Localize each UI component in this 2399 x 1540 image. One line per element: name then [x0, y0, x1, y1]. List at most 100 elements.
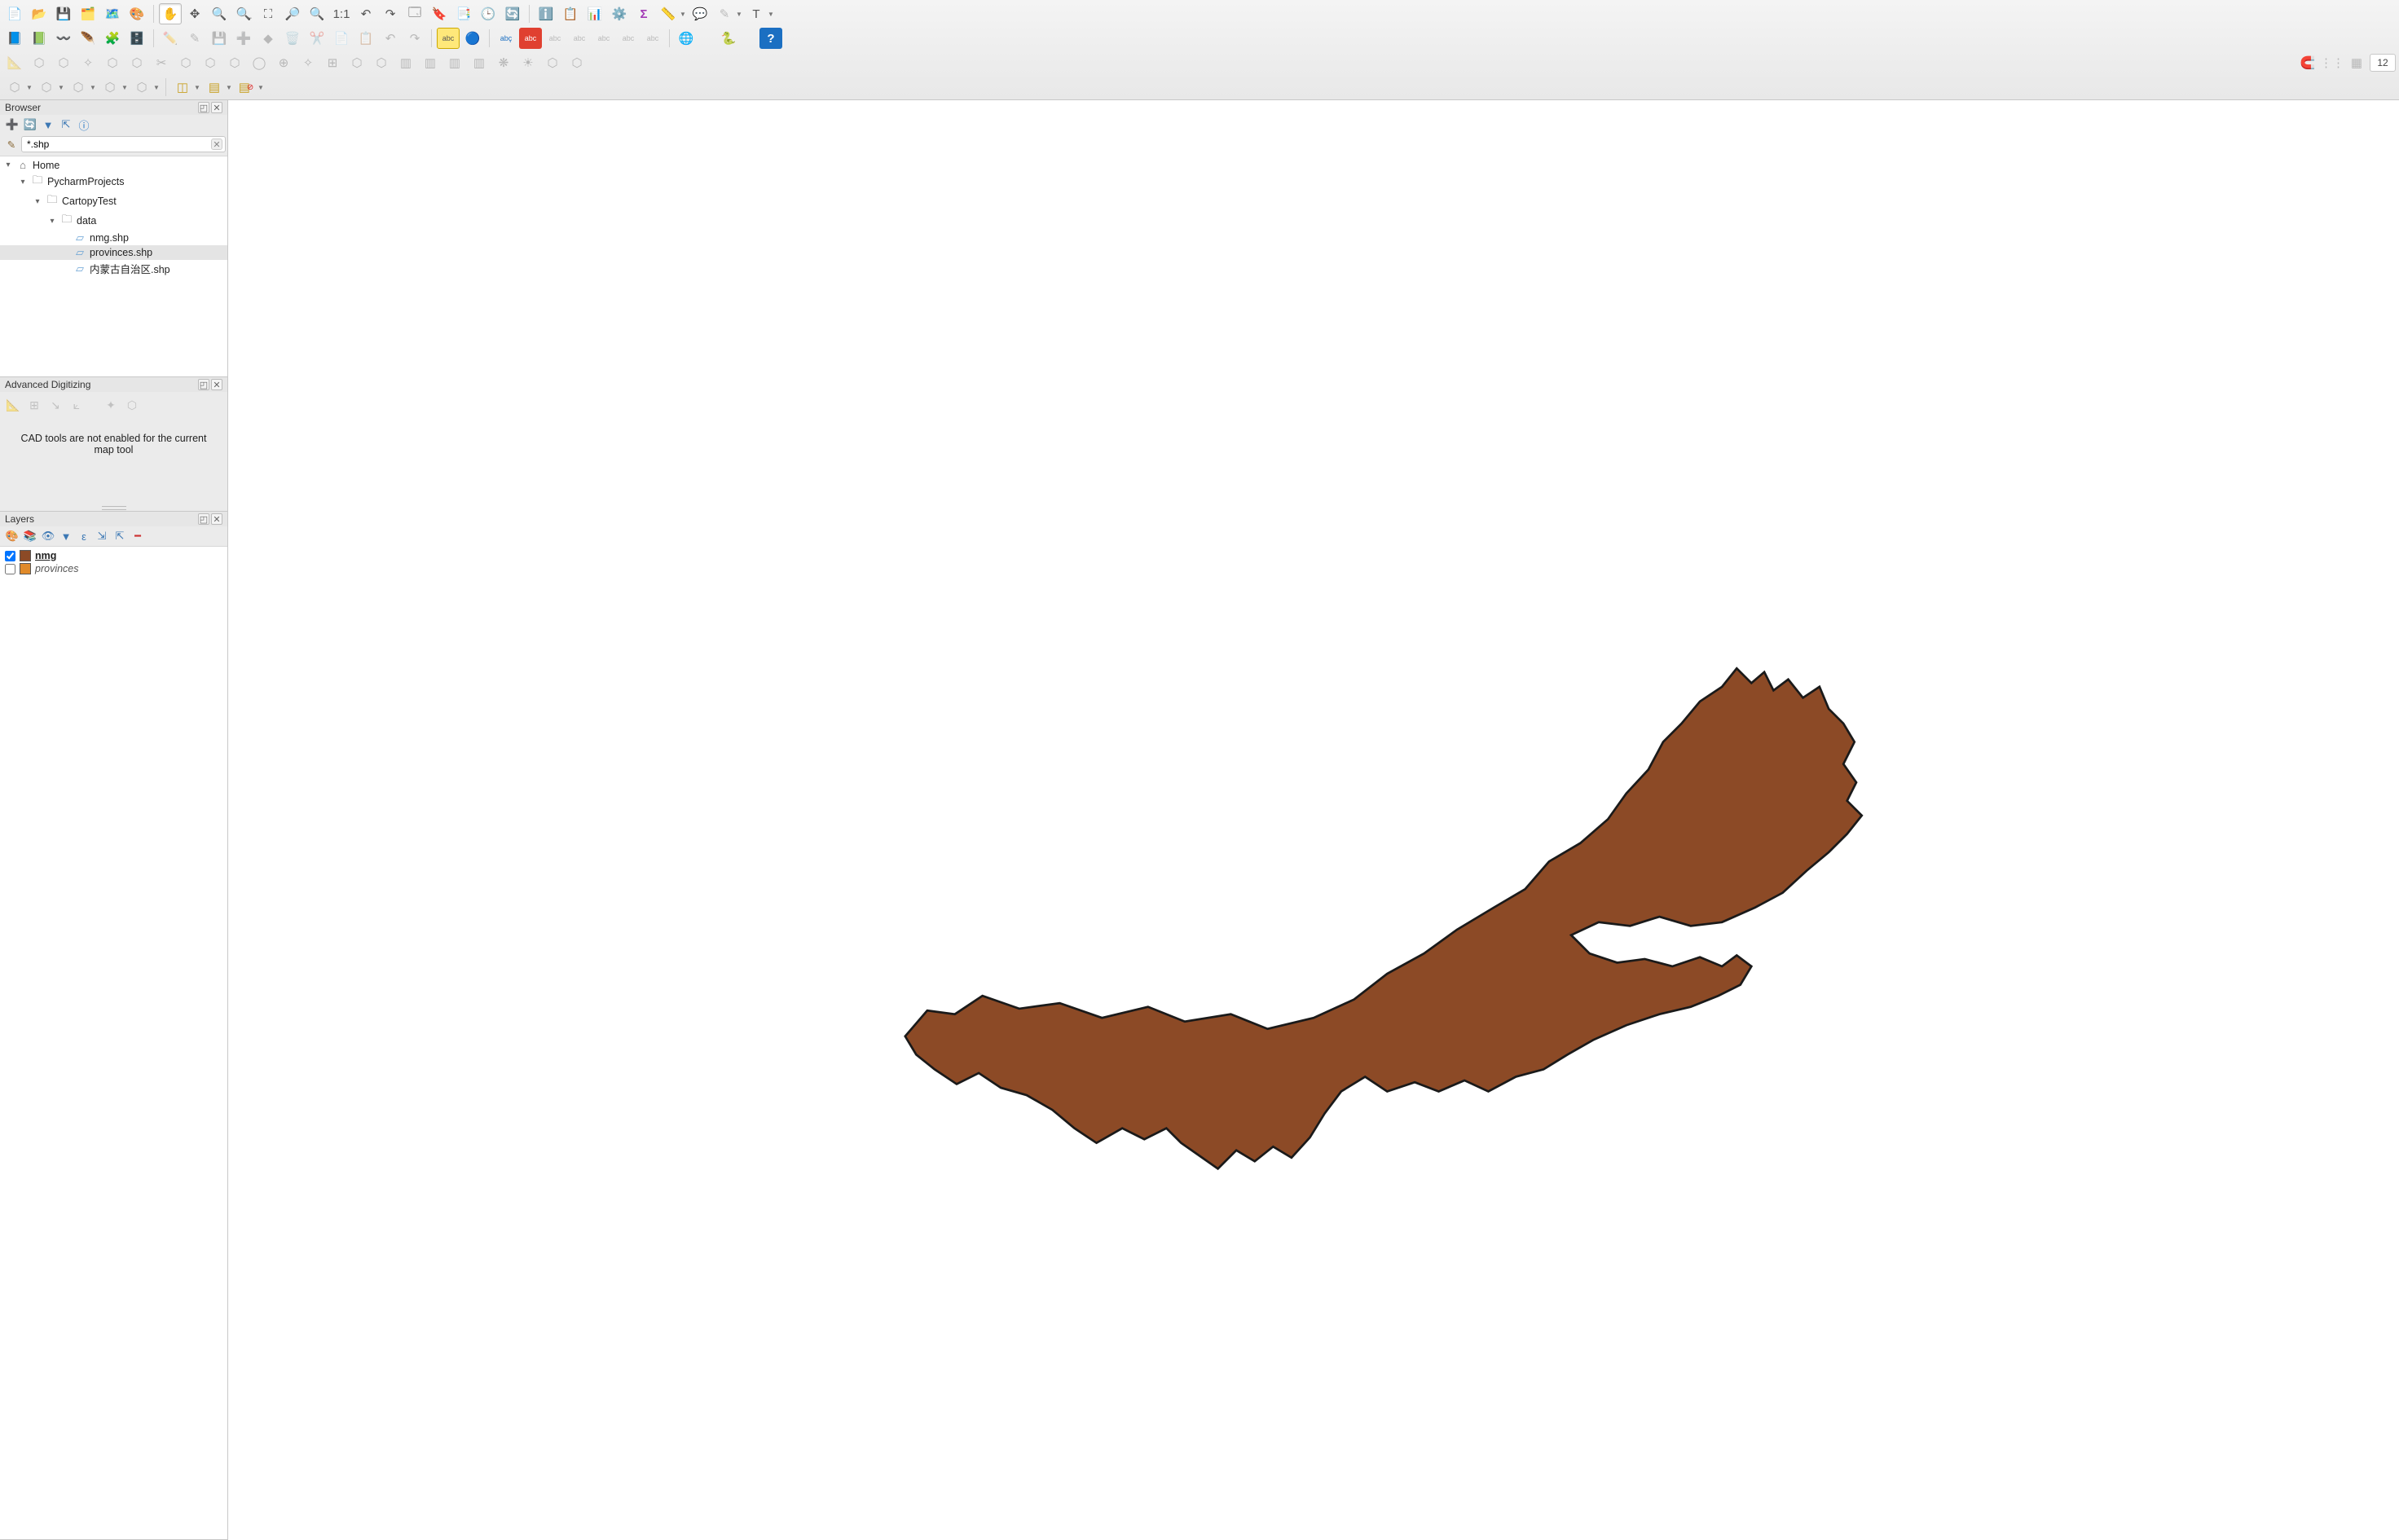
filter-legend-icon[interactable]: ▼	[59, 529, 73, 543]
digitize-tool-12[interactable]: ⊕	[272, 52, 295, 73]
undo-button[interactable]: ↶	[379, 28, 402, 49]
text-annotation-dropdown-caret-icon[interactable]: ▼	[767, 3, 775, 24]
browser-tree[interactable]: ▾ ⌂ Home ▾ 🗀 PycharmProjects ▾ 🗀 Cartopy…	[0, 156, 227, 376]
refresh-button[interactable]: 🔄	[501, 3, 524, 24]
zoom-out-button[interactable]: 🔍−	[232, 3, 255, 24]
snapping-tolerance-input[interactable]	[2370, 54, 2396, 72]
deselect-button[interactable]: ▤⊘	[235, 77, 258, 98]
new-spatialite-button[interactable]: 🪶	[77, 28, 99, 49]
select-tool-3[interactable]: ⬡	[67, 77, 90, 98]
delete-selected-button[interactable]: 🗑️	[281, 28, 304, 49]
label-tool-5[interactable]: abc	[641, 28, 664, 49]
caret-icon[interactable]: ▼	[257, 77, 265, 98]
new-geopackage-button[interactable]: 📗	[28, 28, 51, 49]
new-shapefile-button[interactable]: 〰️	[52, 28, 75, 49]
layer-styling-icon[interactable]: 🎨	[5, 529, 20, 543]
expander-icon[interactable]: ▾	[3, 161, 13, 169]
undock-panel-icon[interactable]: ◰	[198, 513, 209, 525]
add-layer-icon[interactable]: ➕	[5, 117, 20, 132]
close-panel-icon[interactable]: ✕	[211, 513, 222, 525]
map-tips-button[interactable]: 💬	[689, 3, 711, 24]
label-tool-1[interactable]: abc	[544, 28, 566, 49]
digitize-tool-20[interactable]: ▥	[468, 52, 491, 73]
cut-features-button[interactable]: ✂️	[306, 28, 328, 49]
annotation-button[interactable]: ✎	[713, 3, 736, 24]
pan-to-selection-button[interactable]: ✥	[183, 3, 206, 24]
collapse-all-icon[interactable]: ⇱	[112, 529, 127, 543]
undock-panel-icon[interactable]: ◰	[198, 379, 209, 390]
new-memory-layer-button[interactable]: 🧩	[101, 28, 124, 49]
caret-icon[interactable]: ▼	[193, 77, 201, 98]
caret-icon[interactable]: ▼	[89, 77, 97, 98]
zoom-to-layer-button[interactable]: 🔍	[306, 3, 328, 24]
current-edits-button[interactable]: ✎	[183, 28, 206, 49]
open-project-button[interactable]: 📂	[28, 3, 51, 24]
digitize-tool-23[interactable]: ⬡	[541, 52, 564, 73]
show-layout-manager-button[interactable]: 🗺️	[101, 3, 124, 24]
digitize-tool-24[interactable]: ⬡	[566, 52, 588, 73]
tree-leaf-2[interactable]: ▱ 内蒙古自治区.shp	[0, 260, 227, 277]
measure-button[interactable]: 📏	[657, 3, 680, 24]
label-tool-3[interactable]: abc	[592, 28, 615, 49]
remove-layer-icon[interactable]: ━	[130, 529, 145, 543]
select-features-button[interactable]: ◫	[171, 77, 194, 98]
label-manage-button[interactable]: abç	[495, 28, 517, 49]
digitize-tool-21[interactable]: ❋	[492, 52, 515, 73]
pan-tool-button[interactable]: ✋	[159, 3, 182, 24]
caret-icon[interactable]: ▼	[121, 77, 129, 98]
browser-filter-input[interactable]	[21, 136, 226, 152]
toolbox-button[interactable]: ⚙️	[608, 3, 631, 24]
digitize-tool-8[interactable]: ⬡	[174, 52, 197, 73]
select-by-value-button[interactable]: ▤	[203, 77, 226, 98]
filter-icon[interactable]: ▼	[41, 117, 55, 132]
clear-filter-icon[interactable]: ✕	[211, 139, 222, 150]
expander-icon[interactable]: ▾	[33, 197, 42, 206]
select-tool-4[interactable]: ⬡	[99, 77, 121, 98]
save-project-button[interactable]: 💾	[52, 3, 75, 24]
tree-home[interactable]: ▾ ⌂ Home	[0, 158, 227, 172]
properties-icon[interactable]: ⓘ	[77, 117, 91, 132]
digitize-tool-1[interactable]: 📐	[3, 52, 26, 73]
tree-leaf-0[interactable]: ▱ nmg.shp	[0, 231, 227, 245]
select-tool-5[interactable]: ⬡	[130, 77, 153, 98]
digitize-tool-10[interactable]: ⬡	[223, 52, 246, 73]
digitize-tool-16[interactable]: ⬡	[370, 52, 393, 73]
new-bookmark-button[interactable]: 🔖	[428, 3, 451, 24]
new-vector-layer-button[interactable]: 📘	[3, 28, 26, 49]
caret-icon[interactable]: ▼	[225, 77, 233, 98]
undock-panel-icon[interactable]: ◰	[198, 102, 209, 113]
digitize-tool-4[interactable]: ✧	[77, 52, 99, 73]
digitize-tool-2[interactable]: ⬡	[28, 52, 51, 73]
layer-row-nmg[interactable]: nmg	[3, 549, 224, 562]
map-canvas[interactable]	[228, 100, 2399, 1540]
snapping-toggle-button[interactable]: 🧲	[2296, 52, 2319, 73]
vertex-tool-button[interactable]: ◆	[257, 28, 280, 49]
diagram-button[interactable]: 🔵	[461, 28, 484, 49]
help-button[interactable]: ?	[759, 28, 782, 49]
layer-visibility-checkbox[interactable]	[5, 564, 15, 574]
python-console-button[interactable]: 🐍	[717, 28, 740, 49]
measure-dropdown-caret-icon[interactable]: ▼	[679, 3, 687, 24]
new-project-button[interactable]: 📄	[3, 3, 26, 24]
zoom-next-button[interactable]: ↷	[379, 3, 402, 24]
text-annotation-button[interactable]: T	[745, 3, 768, 24]
digitize-tool-22[interactable]: ☀	[517, 52, 539, 73]
caret-icon[interactable]: ▼	[25, 77, 33, 98]
annotation-dropdown-caret-icon[interactable]: ▼	[735, 3, 743, 24]
digitize-tool-9[interactable]: ⬡	[199, 52, 222, 73]
refresh-icon[interactable]: 🔄	[23, 117, 37, 132]
collapse-all-icon[interactable]: ⇱	[59, 117, 73, 132]
add-group-icon[interactable]: 📚	[23, 529, 37, 543]
layers-list[interactable]: nmg provinces	[0, 546, 227, 1539]
digitize-tool-7[interactable]: ✂	[150, 52, 173, 73]
digitize-tool-15[interactable]: ⬡	[346, 52, 368, 73]
select-tool-1[interactable]: ⬡	[3, 77, 26, 98]
digitize-tool-11[interactable]: ◯	[248, 52, 271, 73]
label-tool-2[interactable]: abc	[568, 28, 591, 49]
label-tool-4[interactable]: abc	[617, 28, 640, 49]
layer-row-provinces[interactable]: provinces	[3, 562, 224, 575]
snapping-type-button[interactable]: ▦	[2345, 52, 2368, 73]
expand-all-icon[interactable]: ⇲	[95, 529, 109, 543]
redo-button[interactable]: ↷	[403, 28, 426, 49]
digitize-tool-18[interactable]: ▥	[419, 52, 442, 73]
